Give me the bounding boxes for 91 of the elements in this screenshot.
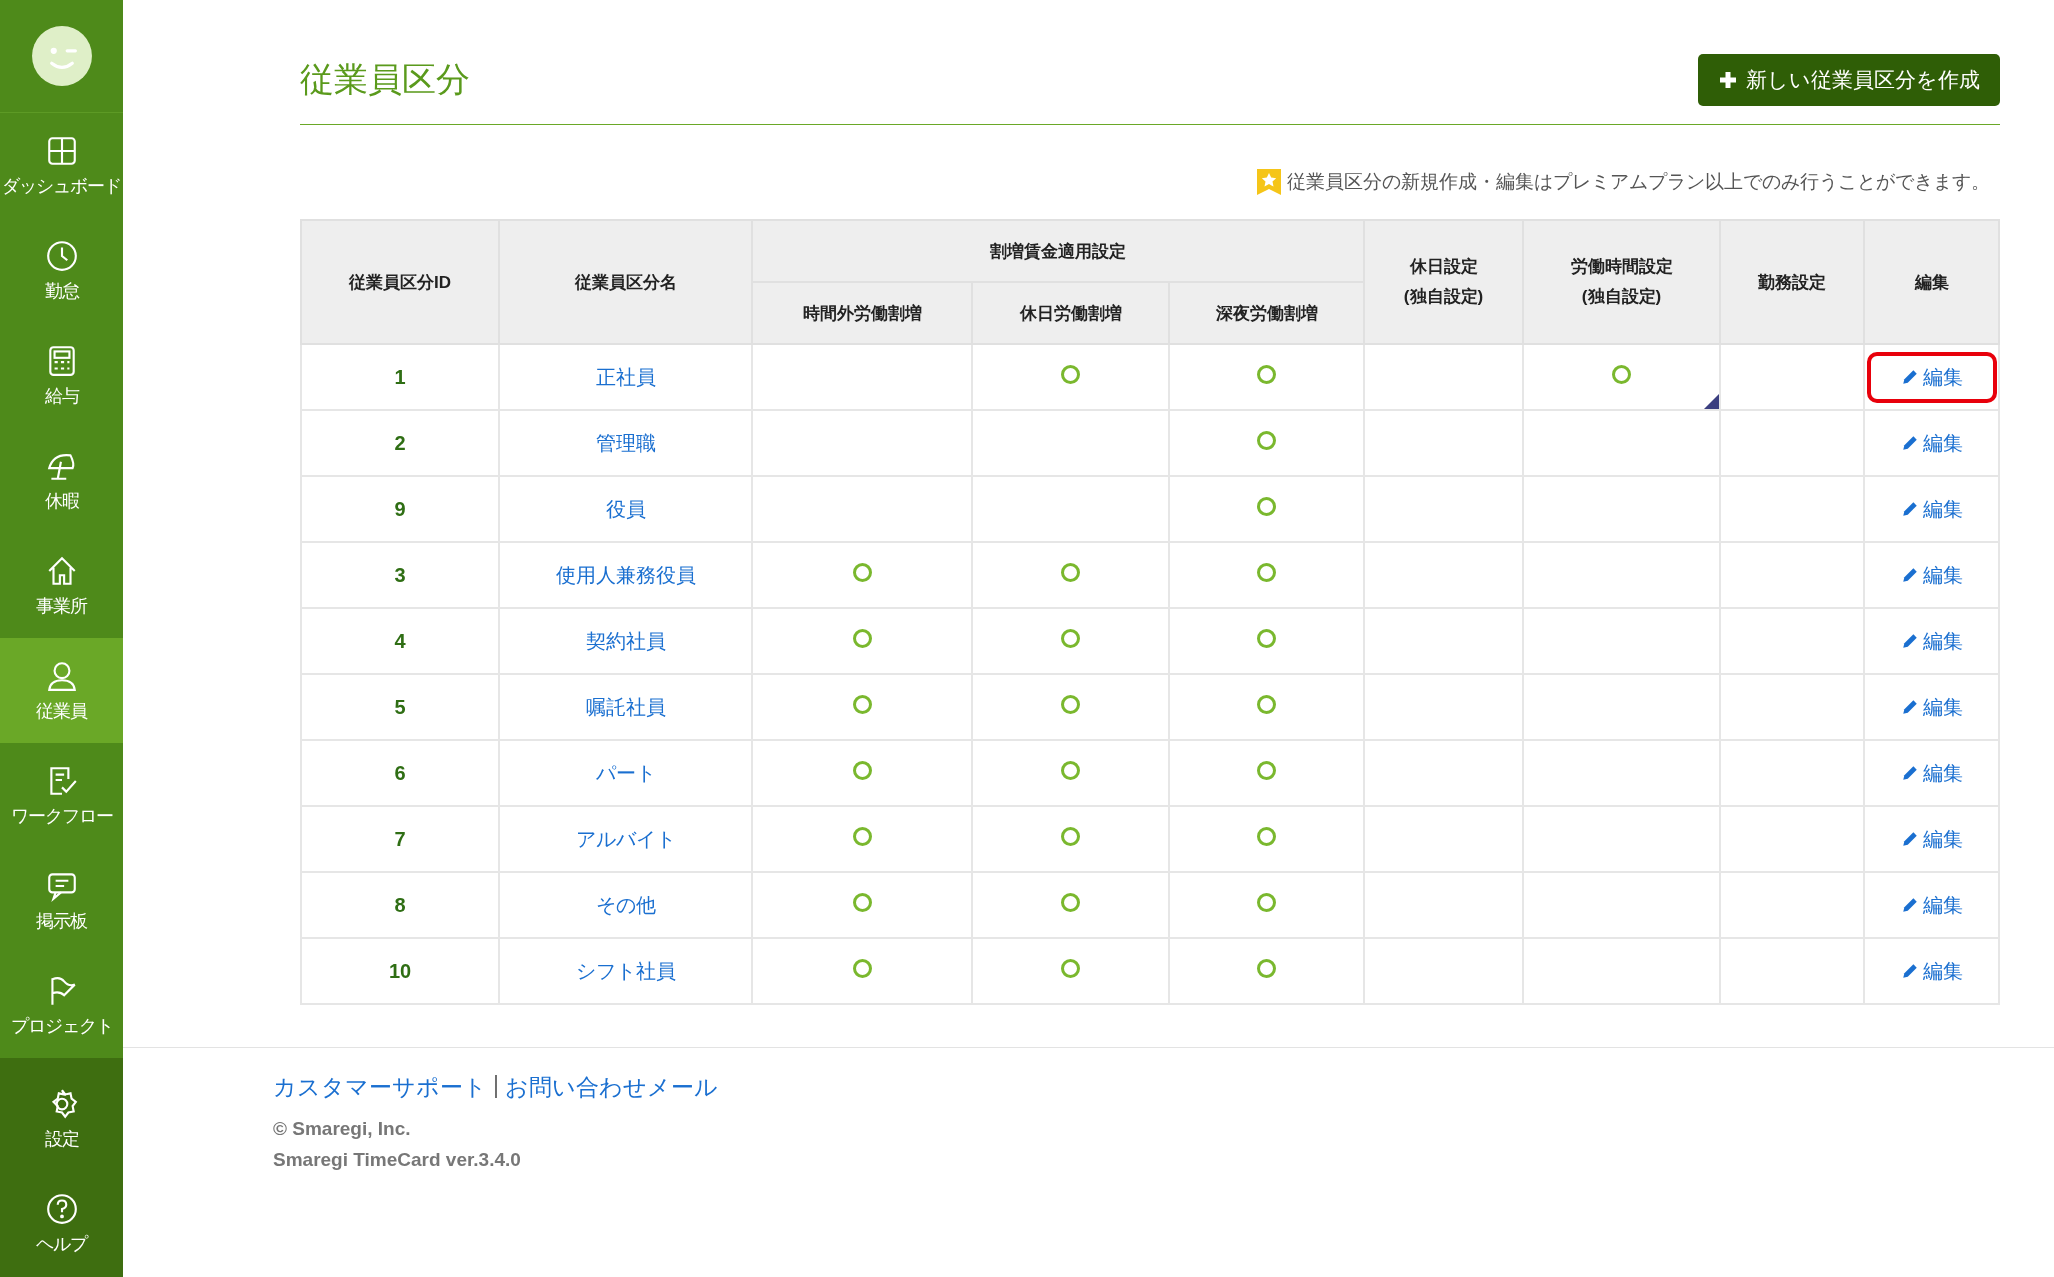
sidebar-item[interactable]: ワークフロー [0, 743, 123, 848]
circle-mark [1061, 893, 1080, 912]
circle-mark [852, 629, 872, 648]
id-cell: 1 [301, 344, 499, 410]
notice-text: 従業員区分の新規作成・編集はプレミアムプラン以上でのみ行うことができます。 [1287, 170, 1991, 194]
column-header: 休日設定 (独自設定) [1364, 220, 1524, 344]
circle-mark [1257, 695, 1276, 714]
circle-mark [852, 893, 872, 912]
sidebar-item[interactable]: 掲示板 [0, 848, 123, 953]
pencil-icon [1900, 962, 1919, 980]
id-cell: 8 [301, 872, 499, 938]
circle-mark [1061, 695, 1080, 714]
category-name-link[interactable]: 嘱託社員 [585, 695, 666, 718]
circle-mark [1061, 761, 1080, 780]
category-name-link[interactable]: アルバイト [575, 827, 676, 850]
support-link[interactable]: カスタマーサポート [273, 1072, 487, 1103]
page-title: 従業員区分 [300, 59, 470, 100]
category-name-link[interactable]: 使用人兼務役員 [555, 563, 696, 586]
circle-mark [1061, 959, 1080, 978]
avatar-icon [30, 25, 93, 87]
category-name-link[interactable]: その他 [595, 893, 656, 916]
sidebar-item[interactable]: ヘルプ [0, 1171, 123, 1276]
sidebar-item[interactable]: プロジェクト [0, 953, 123, 1058]
help-icon [44, 1191, 79, 1226]
circle-mark [1257, 761, 1276, 780]
circle-mark [852, 761, 872, 780]
id-cell: 2 [301, 410, 499, 476]
circle-mark [1257, 959, 1276, 978]
plus-icon [1718, 70, 1739, 90]
category-name-link[interactable]: パート [595, 761, 656, 784]
pencil-icon [1900, 764, 1919, 782]
id-cell: 6 [301, 740, 499, 806]
column-header: 編集 [1864, 220, 2000, 344]
category-name-link[interactable]: シフト社員 [575, 959, 676, 982]
pencil-icon [1900, 500, 1919, 518]
contact-link[interactable]: お問い合わせメール [505, 1072, 718, 1103]
sidebar-item[interactable]: 設定 [0, 1066, 123, 1171]
column-header: 従業員区分名 [499, 220, 752, 344]
clock-icon [44, 238, 79, 273]
circle-mark [1061, 365, 1080, 384]
circle-mark [1061, 563, 1080, 582]
circle-mark [1257, 365, 1276, 384]
circle-mark [1257, 827, 1276, 846]
column-header: 労働時間設定 (独自設定) [1523, 220, 1721, 344]
column-header: 休日労働割増 [972, 282, 1169, 344]
create-button[interactable]: 新しい従業員区分を作成 [1698, 54, 2001, 106]
category-name-link[interactable]: 正社員 [595, 365, 656, 388]
pencil-icon [1900, 368, 1919, 386]
id-cell: 5 [301, 674, 499, 740]
circle-mark [1612, 365, 1632, 384]
column-header: 深夜労働割増 [1169, 282, 1365, 344]
column-header: 時間外労働割増 [752, 282, 972, 344]
circle-mark [852, 695, 872, 714]
circle-mark [1257, 629, 1276, 648]
circle-mark [852, 563, 872, 582]
pencil-icon [1900, 632, 1919, 650]
circle-mark [1257, 893, 1276, 912]
category-name-link[interactable]: 管理職 [595, 431, 656, 454]
id-cell: 9 [301, 476, 499, 542]
circle-mark [1257, 431, 1276, 450]
sidebar-item[interactable]: 休暇 [0, 428, 123, 533]
id-cell: 3 [301, 542, 499, 608]
column-header: 従業員区分ID [301, 220, 499, 344]
id-cell: 7 [301, 806, 499, 872]
sidebar-item[interactable]: 勤怠 [0, 218, 123, 323]
circle-mark [1257, 497, 1276, 516]
link-separator: | [493, 1072, 499, 1100]
edit-link[interactable]: 編集 [1866, 351, 1997, 403]
sidebar-item[interactable]: 給与 [0, 323, 123, 428]
sidebar-item[interactable]: 事業所 [0, 533, 123, 638]
pencil-icon [1900, 434, 1919, 452]
pencil-icon [1900, 698, 1919, 716]
pencil-icon [1900, 896, 1919, 914]
category-name-link[interactable]: 契約社員 [585, 629, 666, 652]
sidebar-item[interactable]: 従業員 [0, 638, 123, 743]
circle-mark [852, 827, 872, 846]
category-name-link[interactable]: 役員 [605, 497, 646, 520]
circle-mark [1061, 629, 1080, 648]
pencil-icon [1900, 566, 1919, 584]
star-badge-icon [1257, 169, 1282, 195]
column-header: 勤務設定 [1720, 220, 1865, 344]
circle-mark [852, 959, 872, 978]
column-group-header: 割増賃金適用設定 [752, 220, 1365, 282]
version-text: Smaregi TimeCard ver.3.4.0 [273, 1148, 522, 1172]
circle-mark [1257, 563, 1276, 582]
id-cell: 10 [301, 938, 499, 1004]
circle-mark [1061, 827, 1080, 846]
pencil-icon [1900, 830, 1919, 848]
sidebar-item[interactable]: ダッシュボード [0, 113, 123, 218]
id-cell: 4 [301, 608, 499, 674]
copyright-text: © Smaregi, Inc. [273, 1117, 412, 1141]
